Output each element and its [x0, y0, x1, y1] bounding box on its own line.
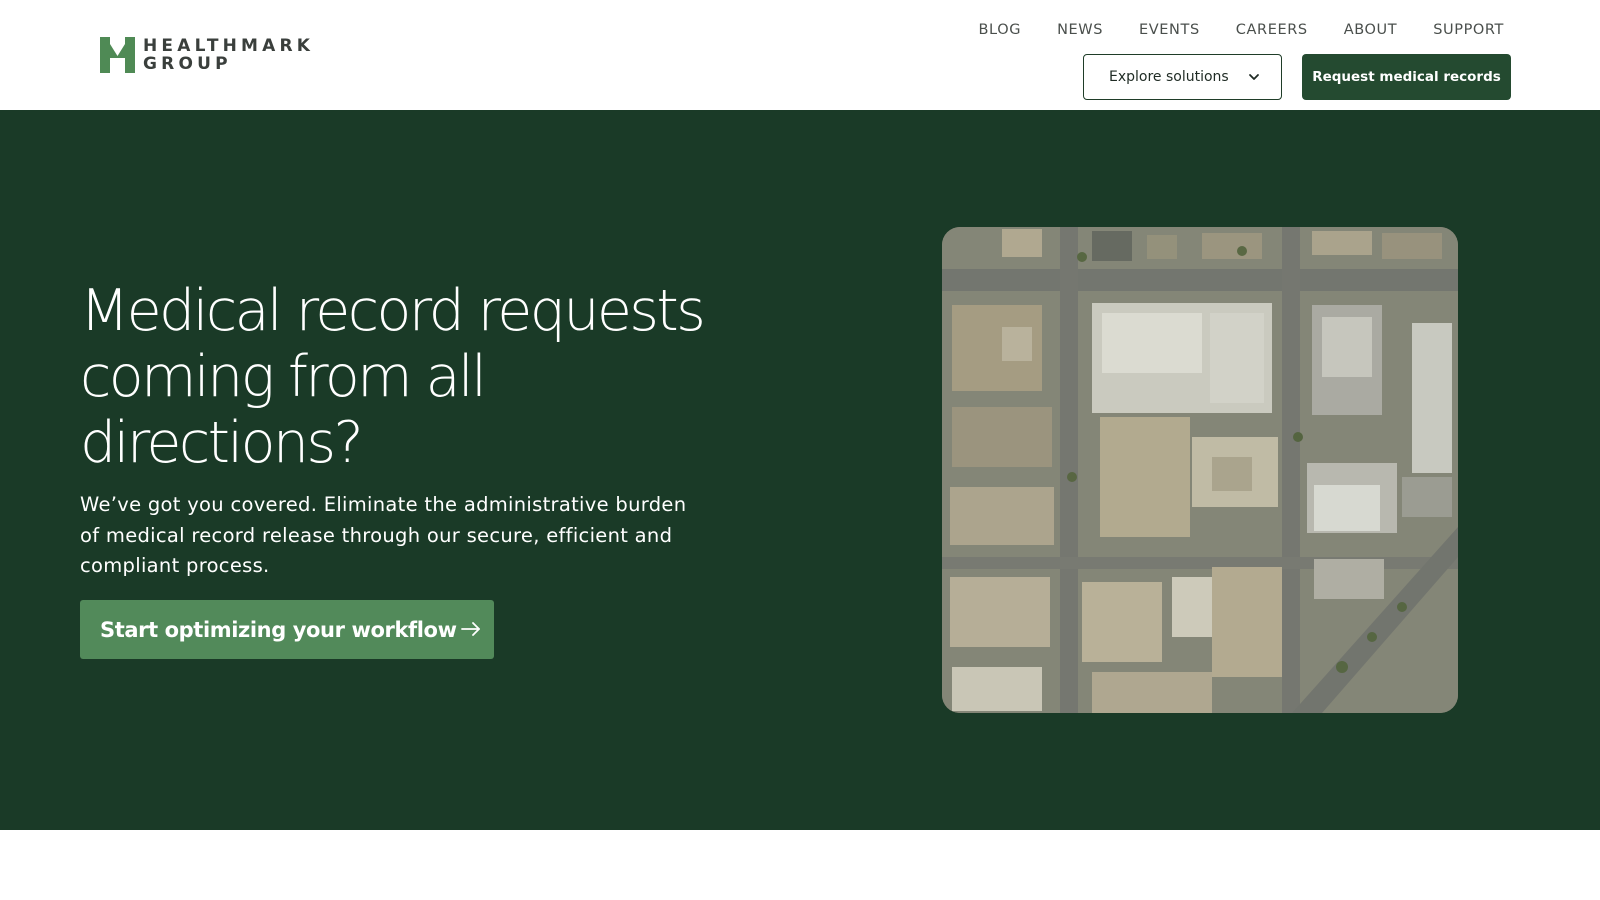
- nav-link-events[interactable]: EVENTS: [1139, 22, 1200, 38]
- top-nav: BLOG NEWS EVENTS CAREERS ABOUT SUPPORT: [979, 22, 1505, 38]
- nav-link-news[interactable]: NEWS: [1057, 22, 1103, 38]
- nav-link-about[interactable]: ABOUT: [1344, 22, 1398, 38]
- logo-name-line2: GROUP: [143, 54, 232, 74]
- arrow-right-icon: [461, 622, 480, 636]
- logo-link[interactable]: HEALTHMARK GROUP: [100, 37, 314, 73]
- request-medical-records-button[interactable]: Request medical records: [1302, 54, 1511, 100]
- request-medical-records-label: Request medical records: [1312, 69, 1501, 85]
- logo-wordmark: HEALTHMARK GROUP: [143, 37, 314, 73]
- hero-section: Medical record requests coming from all …: [0, 110, 1600, 830]
- logo-name-line1: HEALTHMARK: [143, 36, 315, 56]
- explore-solutions-dropdown[interactable]: Explore solutions: [1083, 54, 1282, 100]
- hero-subtitle: We’ve got you covered. Eliminate the adm…: [80, 493, 687, 577]
- start-optimizing-label: Start optimizing your workflow: [100, 617, 457, 642]
- explore-solutions-label: Explore solutions: [1109, 69, 1229, 85]
- site-header: HEALTHMARK GROUP BLOG NEWS EVENTS CAREER…: [0, 0, 1600, 110]
- start-optimizing-button[interactable]: Start optimizing your workflow: [80, 600, 494, 659]
- chevron-down-icon: [1249, 74, 1259, 80]
- nav-link-careers[interactable]: CAREERS: [1236, 22, 1308, 38]
- hero-title: Medical record requests coming from all …: [80, 278, 706, 476]
- aerial-city-blocks-image: [942, 227, 1458, 713]
- page-bottom-band: [0, 830, 1600, 900]
- nav-link-support[interactable]: SUPPORT: [1433, 22, 1504, 38]
- nav-link-blog[interactable]: BLOG: [979, 22, 1022, 38]
- hm-logo-icon: [100, 37, 135, 73]
